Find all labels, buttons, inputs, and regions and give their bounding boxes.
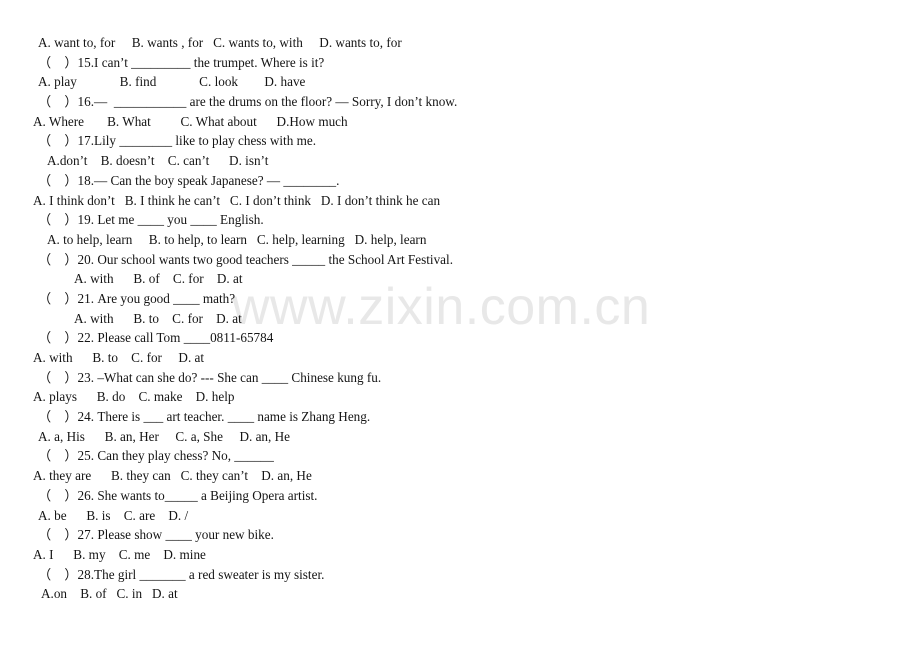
question-line: （ ）24. There is ___ art teacher. ____ na… <box>38 409 371 425</box>
question-line: （ ）27. Please show ____ your new bike. <box>38 527 274 543</box>
question-line: （ ）22. Please call Tom ____0811-65784 <box>38 330 274 346</box>
options-line: A. play B. find C. look D. have <box>38 74 306 90</box>
question-line: （ ）25. Can they play chess? No, ______ <box>38 448 274 464</box>
worksheet-body: A. want to, for B. wants , for C. wants … <box>0 0 920 604</box>
options-line: A. plays B. do C. make D. help <box>33 389 235 405</box>
question-line: （ ）17.Lily ________ like to play chess w… <box>38 133 317 149</box>
options-line: A.don’t B. doesn’t C. can’t D. isn’t <box>47 153 269 169</box>
options-line: A. with B. to C. for D. at <box>33 350 205 365</box>
question-line: （ ）23. –What can she do? --- She can ___… <box>38 369 382 385</box>
options-line: A. want to, for B. wants , for C. wants … <box>38 35 402 50</box>
options-line: A. with B. of C. for D. at <box>74 271 243 287</box>
question-line: （ ）16.— ___________ are the drums on the… <box>38 94 458 110</box>
options-line: A. Where B. What C. What about D.How muc… <box>33 113 348 129</box>
question-line: （ ）20. Our school wants two good teacher… <box>38 251 453 267</box>
question-line: （ ）26. She wants to_____ a Beijing Opera… <box>38 487 318 503</box>
options-line: A.on B. of C. in D. at <box>41 586 178 602</box>
options-line: A. they are B. they can C. they can’t D.… <box>33 468 312 484</box>
question-line: （ ）21. Are you good ____ math? <box>38 290 236 306</box>
options-line: A. a, His B. an, Her C. a, She D. an, He <box>38 428 290 444</box>
question-line: （ ）28.The girl _______ a red sweater is … <box>38 566 325 582</box>
options-line: A. I B. my C. me D. mine <box>33 546 206 562</box>
question-line: （ ）19. Let me ____ you ____ English. <box>38 212 264 228</box>
options-line: A. with B. to C. for D. at <box>74 310 242 326</box>
question-line: （ ）15.I can’t _________ the trumpet. Whe… <box>38 54 325 70</box>
options-line: A. I think don’t B. I think he can’t C. … <box>33 192 441 208</box>
options-line: A. to help, learn B. to help, to learn C… <box>47 231 427 247</box>
question-line: （ ）18.— Can the boy speak Japanese? — __… <box>38 172 340 188</box>
options-line: A. be B. is C. are D. / <box>38 507 189 523</box>
worksheet-page: www.zixin.com.cn A. want to, for B. want… <box>0 0 920 652</box>
